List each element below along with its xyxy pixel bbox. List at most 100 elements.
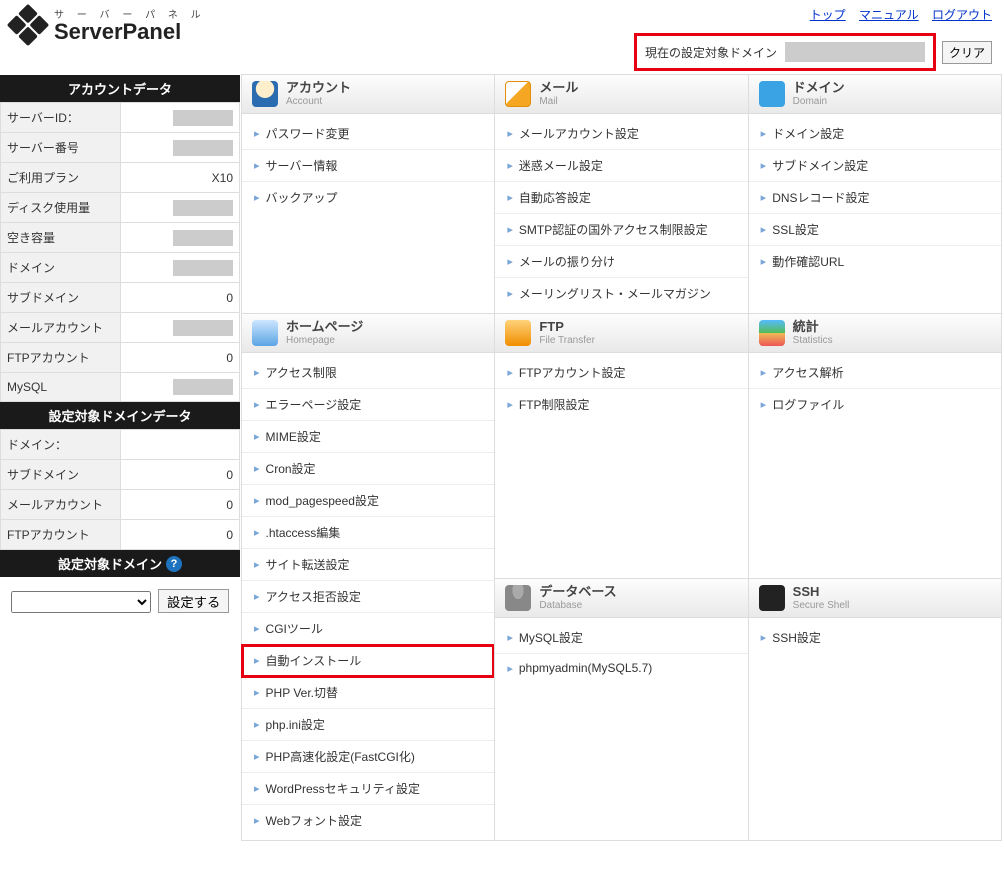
link-manual[interactable]: マニュアル	[859, 8, 919, 22]
row-value: 0	[120, 283, 240, 313]
target-domain-table: ドメイン：サブドメイン0メールアカウント0FTPアカウント0	[0, 429, 240, 550]
target-domain-select[interactable]	[11, 591, 151, 613]
menu-item-label: サブドメイン設定	[772, 157, 868, 174]
menu-item[interactable]: ▸ サブドメイン設定	[749, 150, 1001, 182]
row-key: ドメイン	[1, 253, 121, 283]
menu-item[interactable]: ▸ログファイル	[749, 389, 1001, 420]
row-key: サブドメイン	[1, 283, 121, 313]
menu-item-label: アクセス拒否設定	[266, 588, 361, 605]
link-logout[interactable]: ログアウト	[932, 8, 992, 22]
menu-item[interactable]: ▸ メールアカウント設定	[495, 118, 747, 150]
row-key: ディスク使用量	[1, 193, 121, 223]
menu-item[interactable]: ▸パスワード変更	[242, 118, 494, 150]
menu-item[interactable]: ▸バックアップ	[242, 182, 494, 213]
menu-item[interactable]: ▸迷惑メール設定	[495, 150, 747, 182]
category-title-en: File Transfer	[539, 335, 595, 346]
menu-item-label: サイト転送設定	[266, 556, 350, 573]
category-title-jp: メール	[539, 81, 578, 95]
row-value: 0	[120, 460, 240, 490]
chevron-right-icon: ▸	[507, 191, 513, 204]
category-title-jp: データベース	[539, 585, 616, 599]
chevron-right-icon: ▸	[254, 686, 260, 699]
menu-item-label: mod_pagespeed設定	[266, 492, 379, 509]
category-title-en: Database	[539, 600, 616, 611]
menu-item[interactable]: ▸php.ini設定	[242, 709, 494, 741]
menu-item[interactable]: ▸メールの振り分け	[495, 246, 747, 278]
menu-item-label: アクセス制限	[266, 364, 337, 381]
menu-item[interactable]: ▸FTPアカウント設定	[495, 357, 747, 389]
menu-item[interactable]: ▸自動インストール	[242, 645, 494, 677]
set-domain-button[interactable]: 設定する	[158, 589, 229, 613]
menu-item[interactable]: ▸アクセス拒否設定	[242, 581, 494, 613]
row-value: X10	[120, 163, 240, 193]
menu-item[interactable]: ▸アクセス解析	[749, 357, 1001, 389]
row-key: メールアカウント	[1, 313, 121, 343]
menu-item-label: FTP制限設定	[519, 396, 590, 413]
chevron-right-icon: ▸	[507, 223, 513, 236]
menu-item-label: 自動インストール	[266, 652, 362, 669]
current-domain-label: 現在の設定対象ドメイン	[645, 44, 777, 61]
menu-item[interactable]: ▸Cron設定	[242, 453, 494, 485]
menu-item[interactable]: ▸WordPressセキュリティ設定	[242, 773, 494, 805]
chevron-right-icon: ▸	[761, 366, 767, 379]
menu-item[interactable]: ▸PHP高速化設定(FastCGI化)	[242, 741, 494, 773]
category-title-jp: 統計	[793, 320, 833, 334]
row-key: FTPアカウント	[1, 343, 121, 373]
chevron-right-icon: ▸	[507, 159, 513, 172]
category-title-en: Homepage	[286, 335, 363, 346]
menu-item[interactable]: ▸mod_pagespeed設定	[242, 485, 494, 517]
chevron-right-icon: ▸	[761, 398, 767, 411]
menu-item-label: PHP高速化設定(FastCGI化)	[266, 748, 415, 765]
menu-item-label: PHP Ver.切替	[266, 684, 338, 701]
menu-item[interactable]: ▸SSH設定	[749, 622, 1001, 653]
menu-item[interactable]: ▸エラーページ設定	[242, 389, 494, 421]
menu-item[interactable]: ▸MySQL設定	[495, 622, 747, 654]
row-value	[120, 430, 240, 460]
category-title-en: Account	[286, 96, 351, 107]
chevron-right-icon: ▸	[254, 462, 260, 475]
chevron-right-icon: ▸	[254, 159, 260, 172]
help-icon[interactable]: ?	[166, 556, 182, 572]
account-icon	[252, 81, 278, 107]
chevron-right-icon: ▸	[507, 127, 513, 140]
menu-item[interactable]: ▸DNSレコード設定	[749, 182, 1001, 214]
menu-item[interactable]: ▸動作確認URL	[749, 246, 1001, 277]
menu-item[interactable]: ▸サーバー情報	[242, 150, 494, 182]
menu-item[interactable]: ▸サイト転送設定	[242, 549, 494, 581]
chevron-right-icon: ▸	[761, 631, 767, 644]
menu-item-label: MySQL設定	[519, 629, 583, 646]
target-domain-data-title: 設定対象ドメインデータ	[0, 402, 240, 429]
chevron-right-icon: ▸	[761, 127, 767, 140]
chevron-right-icon: ▸	[761, 159, 767, 172]
chevron-right-icon: ▸	[254, 718, 260, 731]
menu-item-label: メールアカウント設定	[519, 125, 639, 142]
menu-item[interactable]: ▸メーリングリスト・メールマガジン	[495, 278, 747, 309]
category-title-jp: ドメイン	[793, 81, 845, 95]
menu-item[interactable]: ▸ドメイン設定	[749, 118, 1001, 150]
menu-item[interactable]: ▸SMTP認証の国外アクセス制限設定	[495, 214, 747, 246]
category-secure-shell: SSHSecure Shell▸SSH設定	[748, 578, 1002, 841]
menu-item[interactable]: ▸FTP制限設定	[495, 389, 747, 420]
menu-item[interactable]: ▸Webフォント設定	[242, 805, 494, 836]
row-value: 0	[120, 343, 240, 373]
chevron-right-icon: ▸	[507, 287, 513, 300]
menu-item-label: .htaccess編集	[266, 524, 341, 541]
clear-button[interactable]: クリア	[942, 41, 992, 64]
row-value	[120, 193, 240, 223]
menu-item[interactable]: ▸phpmyadmin(MySQL5.7)	[495, 654, 747, 682]
link-top[interactable]: トップ	[810, 8, 846, 22]
menu-item[interactable]: ▸CGIツール	[242, 613, 494, 645]
menu-item[interactable]: ▸ PHP Ver.切替	[242, 677, 494, 709]
chevron-right-icon: ▸	[761, 255, 767, 268]
menu-item-label: メールの振り分け	[519, 253, 615, 270]
menu-item[interactable]: ▸ .htaccess編集	[242, 517, 494, 549]
chevron-right-icon: ▸	[254, 430, 260, 443]
category-title-en: Statistics	[793, 335, 833, 346]
menu-item[interactable]: ▸アクセス制限	[242, 357, 494, 389]
menu-item[interactable]: ▸自動応答設定	[495, 182, 747, 214]
menu-item[interactable]: ▸MIME設定	[242, 421, 494, 453]
menu-item-label: SSL設定	[772, 221, 819, 238]
chevron-right-icon: ▸	[254, 526, 260, 539]
menu-item[interactable]: ▸SSL設定	[749, 214, 1001, 246]
category-title-en: Domain	[793, 96, 845, 107]
